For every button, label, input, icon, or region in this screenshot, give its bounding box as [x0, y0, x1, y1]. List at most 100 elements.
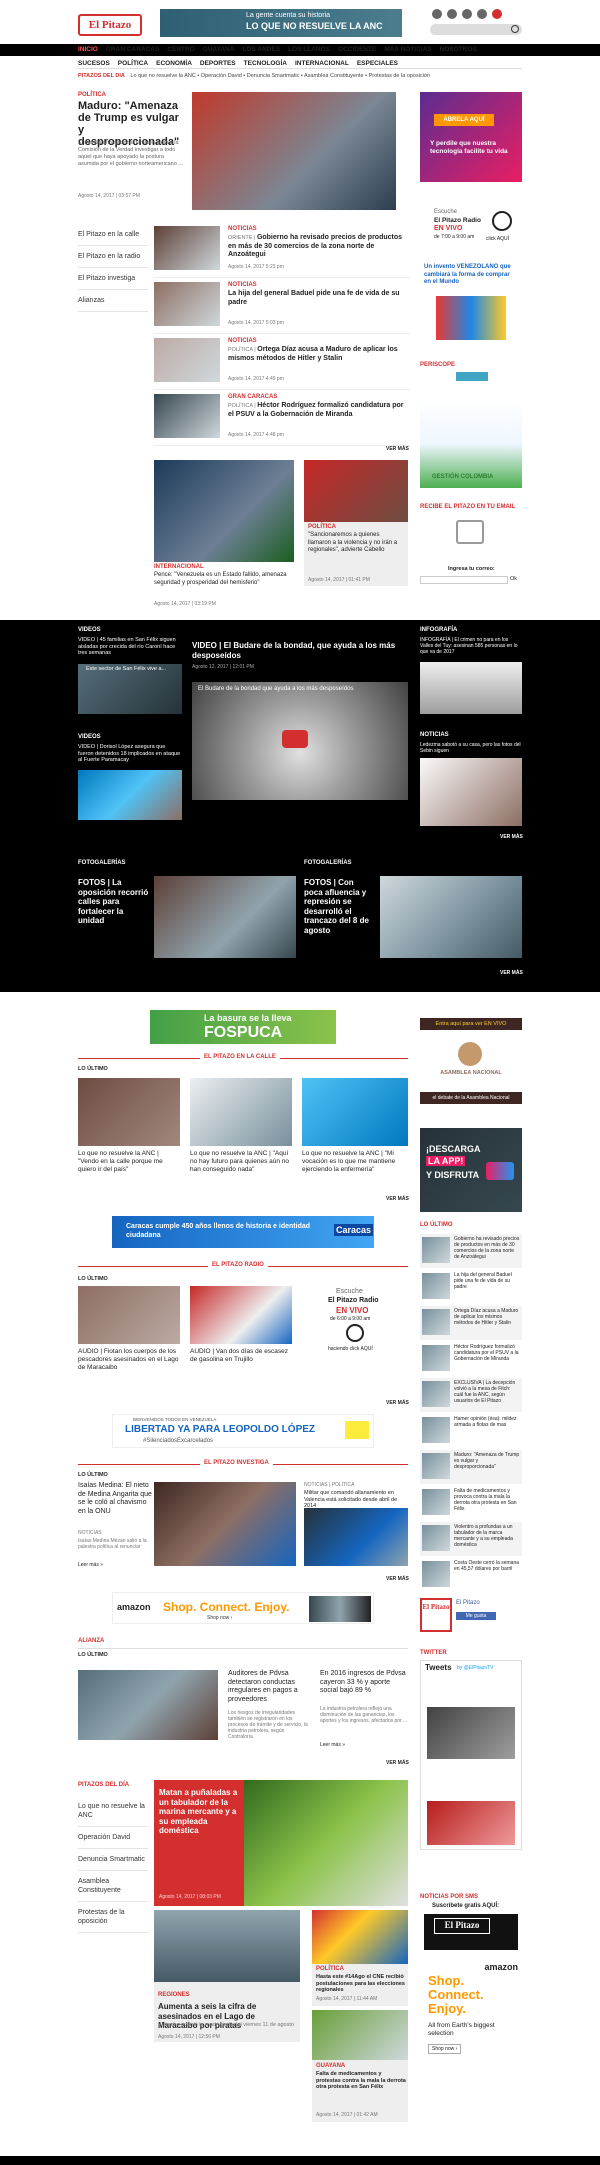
calle-2-image[interactable]	[190, 1078, 292, 1146]
tweet-image-2[interactable]	[427, 1801, 515, 1845]
feature-right-title[interactable]: "Sancionaremos a quienes llamaron a la v…	[308, 532, 404, 555]
main-video-title[interactable]: VIDEO | El Budare de la bondad, que ayud…	[192, 641, 402, 661]
fb-name[interactable]: El Pitazo	[456, 1600, 480, 1606]
ticker-items[interactable]: Lo que no resuelve la ANC • Operación Da…	[130, 73, 430, 79]
news-item[interactable]: GRAN CARACAS POLÍTICA | Héctor Rodríguez …	[154, 390, 410, 446]
ultimo-item[interactable]: La hija del general Baduel pide una fe d…	[420, 1270, 522, 1304]
calle-1-image[interactable]	[78, 1078, 180, 1146]
pitazos-dia-item-0[interactable]: Lo que no resuelve la ANC	[78, 1796, 148, 1827]
lead-image[interactable]	[192, 92, 396, 210]
radio-audio-1-title[interactable]: AUDIO | Fiotan los cuerpos de los pescad…	[78, 1348, 180, 1372]
news-thumb[interactable]	[154, 226, 220, 270]
sms-ad[interactable]: El Pitazo	[422, 1912, 520, 1952]
periscope-icon[interactable]	[477, 9, 487, 19]
clic-ad[interactable]: Un invento VENEZOLANO que cambiará la fo…	[420, 262, 522, 344]
ver-mas-investiga[interactable]: VER MÁS	[386, 1576, 409, 1582]
feature-left-image[interactable]	[154, 460, 294, 562]
alianza-1-title[interactable]: Auditores de Pdvsa detectaron conductas …	[228, 1670, 310, 1704]
news-thumb[interactable]	[154, 282, 220, 326]
calle-3-title[interactable]: Lo que no resuelve la ANC | "Mi vocación…	[302, 1150, 408, 1174]
facebook-icon[interactable]	[432, 9, 442, 19]
cne-title[interactable]: Hasta este #14Ago el CNE recibió postula…	[316, 1974, 406, 1994]
abrela-ad[interactable]: ÁBRELA AQUÍ Y perdile que nuestra tecnol…	[420, 92, 522, 182]
guayana-title[interactable]: Falta de medicamentos y protestas contra…	[316, 2071, 406, 2091]
alianza-image[interactable]	[78, 1670, 218, 1740]
periscope-badge[interactable]	[456, 372, 488, 381]
caracas-ad[interactable]: Caracas cumple 450 años llenos de histor…	[112, 1216, 374, 1248]
calle-2-title[interactable]: Lo que no resuelve la ANC | "Aquí no hay…	[190, 1150, 292, 1174]
investiga-side-image[interactable]	[304, 1508, 408, 1566]
alianza-2-title[interactable]: En 2016 ingresos de Pdvsa cayeron 33 % y…	[320, 1670, 408, 1696]
cne-image[interactable]	[312, 1910, 408, 1964]
ultimo-item[interactable]: Ortega Díaz acusa a Maduro de aplicar lo…	[420, 1306, 522, 1340]
youtube-icon[interactable]	[492, 9, 502, 19]
en-vivo-bar[interactable]: Entra aquí para ver EN VIVO	[420, 1018, 522, 1030]
calle-3-image[interactable]	[302, 1078, 408, 1146]
alianza-leer-mas[interactable]: Leer más »	[320, 1742, 345, 1748]
nav-item-0[interactable]: INICIO	[78, 46, 98, 53]
fotogaleria-2-image[interactable]	[380, 876, 522, 958]
pitazos-dia-item-4[interactable]: Protestas de la oposición	[78, 1902, 148, 1933]
radio-ad[interactable]: Escuche El Pitazo Radio EN VIVO de 7:00 …	[420, 205, 522, 255]
search-input[interactable]	[430, 24, 522, 35]
subnav-item-3[interactable]: DEPORTES	[200, 60, 236, 67]
abrela-button[interactable]: ÁBRELA AQUÍ	[434, 114, 494, 126]
amazon-side-shop[interactable]: Shop now ›	[428, 2044, 462, 2054]
ultimo-item[interactable]: Maduro: "Amenaza de Trump es vulgar y de…	[420, 1450, 522, 1484]
news-title[interactable]: POLÍTICA | Héctor Rodríguez formalizó ca…	[228, 402, 408, 419]
investiga-side-title[interactable]: Militar que comandó allanamiento en Vale…	[304, 1490, 408, 1510]
bottom-feature-red[interactable]: Matan a puñaladas a un tabulador de la m…	[154, 1780, 244, 1906]
calle-1-title[interactable]: Lo que no resuelve la ANC | "Vendo en la…	[78, 1150, 180, 1174]
investiga-lead-image[interactable]	[154, 1482, 296, 1566]
nav-item-5[interactable]: LOS LLANOS	[288, 46, 330, 53]
play-icon[interactable]	[492, 211, 512, 231]
subnav-item-5[interactable]: INTERNACIONAL	[295, 60, 349, 67]
infografia-text[interactable]: INFOGRAFÍA | El crimen no para en los Va…	[420, 637, 522, 655]
subnav-item-2[interactable]: ECONOMÍA	[156, 60, 192, 67]
instagram-icon[interactable]	[462, 9, 472, 19]
guayana-image[interactable]	[312, 2010, 408, 2060]
ver-mas-fotos[interactable]: VER MÁS	[500, 970, 523, 976]
fb-like-button[interactable]: Me gusta	[456, 1612, 496, 1620]
leer-mas-link[interactable]: Leer más »	[78, 1562, 103, 1568]
play-icon[interactable]	[346, 1324, 364, 1342]
noticias-side-image[interactable]	[420, 758, 522, 826]
search-icon[interactable]	[511, 25, 519, 33]
ver-mas-radio[interactable]: VER MÁS	[386, 1400, 409, 1406]
app-ad[interactable]: ¡DESCARGA LA APP! Y DISFRUTA	[420, 1128, 522, 1212]
subnav-item-4[interactable]: TECNOLOGÍA	[244, 60, 287, 67]
noticias-side-text[interactable]: Ledezma sabotó a su casa, pero las fotos…	[420, 742, 522, 754]
ver-mas-alianza[interactable]: VER MÁS	[386, 1760, 409, 1766]
news-title[interactable]: ORIENTE | Gobierno ha revisado precios d…	[228, 234, 408, 260]
fospuca-ad[interactable]: La basura se la lleva FOSPUCA	[150, 1010, 336, 1044]
email-ok-button[interactable]: Ok	[510, 576, 517, 582]
infografia-image[interactable]	[420, 662, 522, 714]
news-item[interactable]: NOTICIAS La hija del general Baduel pide …	[154, 278, 410, 334]
logo[interactable]: El Pitazo	[78, 14, 142, 36]
ultimo-item[interactable]: Héctor Rodríguez formalizó candidatura p…	[420, 1342, 522, 1376]
youtube-play-icon[interactable]	[282, 730, 308, 748]
nav-item-8[interactable]: NOSOTROS	[440, 46, 477, 53]
ultimo-item[interactable]: EXCLUSIVA | La decepción volvió a la mes…	[420, 1378, 522, 1412]
ultimo-item[interactable]: Falta de medicamentos y provoca contra l…	[420, 1486, 522, 1520]
ultimo-item[interactable]: Costa Oeste cerró la semana en 45,57 dól…	[420, 1558, 522, 1592]
nav-item-1[interactable]: GRAN CARACAS	[106, 46, 159, 53]
nav-item-7[interactable]: MÁS NOTICIAS	[384, 46, 431, 53]
ver-mas-calle[interactable]: VER MÁS	[386, 1196, 409, 1202]
tweet-image-1[interactable]	[427, 1707, 515, 1759]
left-link-2[interactable]: El Pitazo investiga	[78, 268, 148, 290]
top-banner-ad[interactable]: La gente cuenta su historia LO QUE NO RE…	[160, 9, 402, 37]
radio-click-2[interactable]: haciendo click AQUÍ	[328, 1346, 373, 1352]
subnav-item-1[interactable]: POLÍTICA	[118, 60, 148, 67]
left-link-1[interactable]: El Pitazo en la radio	[78, 246, 148, 268]
investiga-lead-title[interactable]: Isaías Medina: El nieto de Medina Angari…	[78, 1482, 152, 1516]
radio-audio-1-image[interactable]	[78, 1286, 180, 1344]
twitter-widget[interactable]: Tweets by @ElPitazoTV	[420, 1660, 522, 1850]
ultimo-item[interactable]: Gobierno ha revisado precios de producto…	[420, 1234, 522, 1268]
nav-item-2[interactable]: CENTRO	[167, 46, 194, 53]
leopoldo-ad[interactable]: BIENVENIDOS TODOS EN VENEZUELA LIBERTAD …	[112, 1414, 374, 1448]
news-title[interactable]: La hija del general Baduel pide una fe d…	[228, 290, 408, 307]
video-2-title[interactable]: VIDEO | Dorisol López asegura que fueron…	[78, 744, 182, 764]
fotogaleria-1-image[interactable]	[154, 876, 296, 958]
left-link-0[interactable]: El Pitazo en la calle	[78, 224, 148, 246]
